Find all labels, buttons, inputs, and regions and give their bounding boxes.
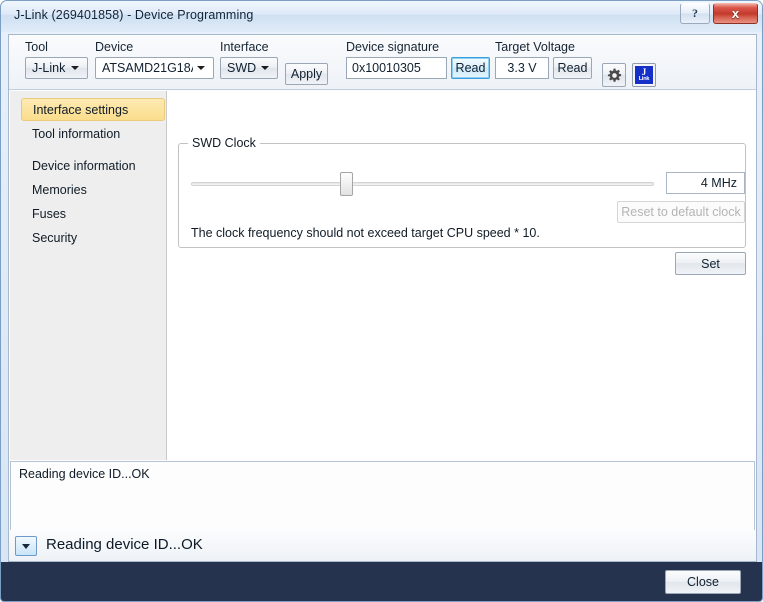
help-button[interactable]: ? — [680, 3, 710, 24]
target-voltage-group: Target Voltage 3.3 V Read — [495, 40, 592, 79]
sidebar: Interface settings Tool information Devi… — [10, 91, 167, 460]
sidebar-item-tool-information[interactable]: Tool information — [21, 122, 165, 145]
slider-thumb[interactable] — [340, 172, 353, 196]
footer-bar: Close — [1, 562, 762, 601]
target-voltage-label: Target Voltage — [495, 40, 575, 54]
chevron-down-icon — [22, 543, 30, 549]
sidebar-item-label: Tool information — [32, 126, 121, 141]
clock-frequency-value[interactable]: 4 MHz — [666, 172, 745, 194]
title-bar: J-Link (269401858) - Device Programming … — [1, 1, 762, 32]
device-signature-group: Device signature 0x10010305 Read — [346, 40, 490, 79]
chevron-down-icon — [257, 66, 273, 70]
device-field-group: Device ATSAMD21G18A — [95, 40, 214, 79]
interface-label: Interface — [220, 40, 269, 54]
sidebar-item-fuses[interactable]: Fuses — [21, 202, 165, 225]
target-voltage-value: 3.3 V — [495, 57, 549, 79]
chevron-down-icon — [67, 66, 83, 70]
swd-clock-slider[interactable] — [191, 172, 654, 196]
main-content: SWD Clock 4 MHz Reset to default clock T… — [167, 91, 756, 460]
sidebar-item-device-information[interactable]: Device information — [21, 154, 165, 177]
swd-clock-group-title: SWD Clock — [188, 136, 260, 150]
gear-icon — [607, 68, 621, 82]
device-signature-input[interactable]: 0x10010305 — [346, 57, 447, 79]
sidebar-item-memories[interactable]: Memories — [21, 178, 165, 201]
device-label: Device — [95, 40, 134, 54]
jlink-icon-sub: Link — [638, 75, 650, 82]
status-expand-button[interactable] — [15, 536, 37, 556]
tool-label: Tool — [25, 40, 48, 54]
device-select-value: ATSAMD21G18A — [102, 61, 193, 75]
tool-select-value: J-Link — [32, 61, 66, 75]
device-select[interactable]: ATSAMD21G18A — [95, 57, 214, 79]
target-voltage-read-button[interactable]: Read — [553, 57, 592, 79]
interface-select[interactable]: SWD — [220, 57, 278, 79]
swd-clock-group: SWD Clock 4 MHz Reset to default clock T… — [178, 136, 746, 248]
device-programming-window: J-Link (269401858) - Device Programming … — [0, 0, 763, 602]
client-area: Tool J-Link Device ATSAMD21G18A Interfac… — [8, 34, 757, 561]
sidebar-item-label: Interface settings — [33, 102, 129, 117]
slider-track — [191, 182, 654, 186]
status-message: Reading device ID...OK — [46, 536, 203, 553]
device-signature-label: Device signature — [346, 40, 440, 54]
status-bar: Reading device ID...OK — [8, 530, 757, 562]
tool-select[interactable]: J-Link — [25, 57, 88, 79]
tool-field-group: Tool J-Link — [25, 40, 88, 79]
interface-select-value: SWD — [227, 61, 257, 75]
jlink-icon: J Link — [635, 66, 653, 84]
device-signature-read-button[interactable]: Read — [451, 57, 490, 79]
chevron-down-icon — [193, 66, 209, 70]
apply-button[interactable]: Apply — [285, 63, 328, 85]
reset-to-default-clock-button[interactable]: Reset to default clock — [617, 201, 745, 223]
toolbar: Tool J-Link Device ATSAMD21G18A Interfac… — [9, 35, 756, 90]
jlink-button[interactable]: J Link — [632, 63, 656, 87]
clock-hint-text: The clock frequency should not exceed ta… — [191, 226, 540, 240]
window-title: J-Link (269401858) - Device Programming — [14, 8, 254, 22]
sidebar-item-label: Fuses — [32, 206, 67, 221]
sidebar-item-label: Memories — [32, 182, 87, 197]
sidebar-item-label: Security — [32, 230, 78, 245]
log-line: Reading device ID...OK — [19, 467, 150, 481]
sidebar-item-label: Device information — [32, 158, 136, 173]
sidebar-item-security[interactable]: Security — [21, 226, 165, 249]
close-window-button[interactable]: x — [713, 3, 758, 24]
set-button[interactable]: Set — [675, 252, 746, 275]
close-dialog-button[interactable]: Close — [665, 570, 741, 594]
sidebar-item-interface-settings[interactable]: Interface settings — [21, 98, 165, 121]
settings-button[interactable] — [602, 63, 626, 87]
interface-field-group: Interface SWD — [220, 40, 278, 79]
